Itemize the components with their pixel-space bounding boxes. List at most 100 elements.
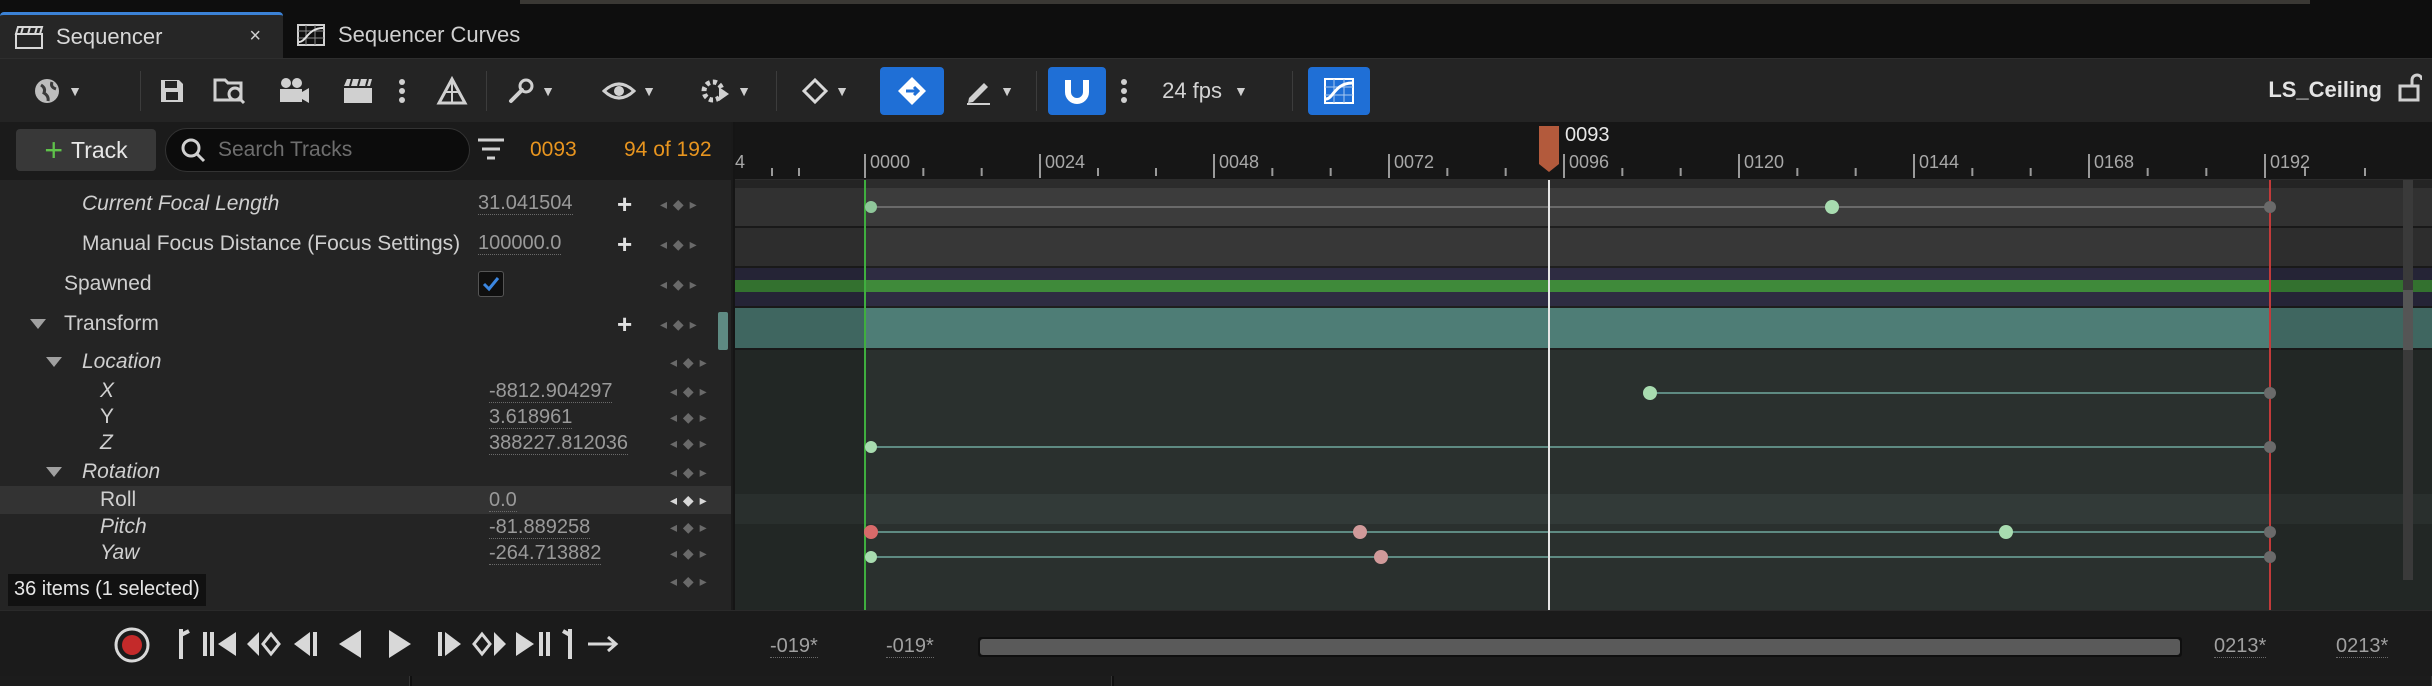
keyframe[interactable] xyxy=(865,441,877,453)
curve-editor-toggle[interactable] xyxy=(1308,67,1370,115)
track-row-rotation-pitch[interactable]: Pitch -81.889258 ◂ ◆ ▸ xyxy=(0,514,731,540)
keyframe[interactable] xyxy=(1999,525,2013,539)
track-value-field[interactable]: -8812.904297 xyxy=(489,380,613,403)
keyframe[interactable] xyxy=(1825,200,1839,214)
keyframe[interactable] xyxy=(864,525,878,539)
track-row-rotation-roll[interactable]: Roll 0.0 ◂ ◆ ▸ xyxy=(0,486,731,514)
search-tracks-field[interactable] xyxy=(165,128,470,172)
track-row-rotation-yaw[interactable]: Yaw -264.713882 ◂ ◆ ▸ xyxy=(0,540,731,566)
add-track-button[interactable]: + Track xyxy=(16,129,156,171)
track-row-current-focal-length[interactable]: Current Focal Length 31.041504 + ◂ ◆ ▸ xyxy=(0,188,731,220)
keyframe[interactable] xyxy=(2264,526,2276,538)
tab-sequencer[interactable]: Sequencer × xyxy=(0,12,283,58)
key-navigation-icon[interactable]: ◂ ◆ ▸ xyxy=(660,196,698,213)
key-navigation-icon[interactable]: ◂ ◆ ▸ xyxy=(670,383,708,400)
timeline-hscroll[interactable] xyxy=(978,637,2182,657)
track-value-field[interactable]: -81.889258 xyxy=(489,516,591,539)
key-navigation-icon[interactable]: ◂ ◆ ▸ xyxy=(670,409,708,426)
track-value-field[interactable]: 0.0 xyxy=(489,489,517,512)
track-row-transform[interactable]: Transform + ◂ ◆ ▸ xyxy=(0,308,731,340)
render-movie-button[interactable] xyxy=(272,67,316,115)
key-navigation-icon[interactable]: ◂ ◆ ▸ xyxy=(670,464,708,481)
playhead-handle[interactable] xyxy=(1537,124,1561,174)
play-icon[interactable] xyxy=(385,627,415,661)
more-options-button[interactable] xyxy=(392,67,412,115)
unlock-icon[interactable] xyxy=(2398,73,2422,103)
track-row-location-x[interactable]: X -8812.904297 ◂ ◆ ▸ xyxy=(0,378,731,404)
snap-toggle[interactable] xyxy=(1048,67,1106,115)
time-ruler[interactable]: 4 0000 0024 0048 0072 0096 0120 0144 016… xyxy=(735,122,2432,180)
timeline-hscroll-thumb[interactable] xyxy=(980,639,2180,655)
view-menu-button[interactable]: ▼ xyxy=(594,67,664,115)
key-navigation-icon[interactable]: ◂ ◆ ▸ xyxy=(670,573,708,590)
loop-mode-icon[interactable] xyxy=(586,633,620,655)
jump-to-end-icon[interactable] xyxy=(560,627,580,661)
timeline-area[interactable]: 4 0000 0024 0048 0072 0096 0120 0144 016… xyxy=(735,122,2432,610)
key-navigation-icon[interactable]: ◂ ◆ ▸ xyxy=(670,545,708,562)
search-tracks-input[interactable] xyxy=(218,138,458,162)
filter-icon[interactable] xyxy=(476,136,506,164)
browse-button[interactable] xyxy=(208,67,252,115)
step-key-back-icon[interactable] xyxy=(245,629,281,659)
key-navigation-icon[interactable]: ◂ ◆ ▸ xyxy=(660,316,698,333)
expand-arrow-icon[interactable] xyxy=(46,357,62,367)
keyframe[interactable] xyxy=(2264,201,2276,213)
keyframe[interactable] xyxy=(865,551,877,563)
auto-key-toggle[interactable] xyxy=(880,67,944,115)
key-navigation-icon[interactable]: ◂ ◆ ▸ xyxy=(670,492,708,509)
keyframe[interactable] xyxy=(2264,441,2276,453)
add-key-icon[interactable]: + xyxy=(617,311,632,337)
track-row-location-z[interactable]: Z 388227.812036 ◂ ◆ ▸ xyxy=(0,430,731,456)
keyframe[interactable] xyxy=(1374,550,1388,564)
step-key-forward-icon[interactable] xyxy=(472,629,508,659)
track-value-field[interactable]: -264.713882 xyxy=(489,542,602,565)
view-range-end[interactable]: 0213* xyxy=(2336,635,2389,658)
tree-scrollbar[interactable] xyxy=(718,312,728,350)
track-row-manual-focus-distance[interactable]: Manual Focus Distance (Focus Settings) 1… xyxy=(0,228,731,260)
track-lanes[interactable] xyxy=(735,180,2432,610)
track-value-field[interactable]: 388227.812036 xyxy=(489,432,629,455)
playback-options-button[interactable]: ▼ xyxy=(690,67,760,115)
next-key-icon[interactable] xyxy=(513,629,553,659)
save-button[interactable] xyxy=(152,67,192,115)
key-navigation-icon[interactable]: ◂ ◆ ▸ xyxy=(670,435,708,452)
track-row-location-y[interactable]: Y 3.618961 ◂ ◆ ▸ xyxy=(0,404,731,430)
frame-rate-dropdown[interactable]: 24 fps ▼ xyxy=(1150,67,1260,115)
track-row-spawned[interactable]: Spawned ◂ ◆ ▸ xyxy=(0,268,731,300)
snap-options-button[interactable] xyxy=(1110,67,1138,115)
record-button[interactable] xyxy=(112,625,152,665)
spawned-checkbox[interactable] xyxy=(478,271,504,297)
keyframe[interactable] xyxy=(2264,387,2276,399)
keyframe[interactable] xyxy=(2264,551,2276,563)
working-range-end[interactable]: 0213* xyxy=(2214,635,2267,658)
add-key-icon[interactable]: + xyxy=(617,191,632,217)
clapper-button[interactable] xyxy=(336,67,380,115)
tab-sequencer-curves[interactable]: Sequencer Curves xyxy=(290,12,590,58)
key-navigation-icon[interactable]: ◂ ◆ ▸ xyxy=(660,236,698,253)
step-forward-icon[interactable] xyxy=(435,629,465,659)
keyframe-canvas[interactable] xyxy=(735,180,2432,610)
step-back-icon[interactable] xyxy=(290,629,320,659)
add-key-icon[interactable]: + xyxy=(617,231,632,257)
track-value-field[interactable]: 100000.0 xyxy=(478,232,562,255)
keyframe[interactable] xyxy=(865,201,877,213)
key-navigation-icon[interactable]: ◂ ◆ ▸ xyxy=(670,354,708,371)
play-reverse-icon[interactable] xyxy=(335,627,365,661)
track-row-location[interactable]: Location ◂ ◆ ▸ xyxy=(0,348,731,376)
timeline-vscroll-thumb[interactable] xyxy=(2403,290,2413,350)
keyframe[interactable] xyxy=(1643,386,1657,400)
track-value-field[interactable]: 31.041504 xyxy=(478,192,573,215)
key-navigation-icon[interactable]: ◂ ◆ ▸ xyxy=(660,276,698,293)
jump-to-start-icon[interactable] xyxy=(175,627,195,661)
tools-menu-button[interactable]: ▼ xyxy=(498,67,564,115)
keyframe[interactable] xyxy=(1353,525,1367,539)
close-tab-icon[interactable]: × xyxy=(249,25,261,48)
previous-key-icon[interactable] xyxy=(200,629,240,659)
expand-arrow-icon[interactable] xyxy=(46,467,62,477)
world-menu-button[interactable]: ▼ xyxy=(22,67,92,115)
edit-mode-button[interactable]: ▼ xyxy=(954,67,1024,115)
timeline-vscroll[interactable] xyxy=(2403,180,2413,580)
expand-arrow-icon[interactable] xyxy=(30,319,46,329)
view-range-start[interactable]: -019* xyxy=(770,635,818,658)
key-navigation-icon[interactable]: ◂ ◆ ▸ xyxy=(670,519,708,536)
